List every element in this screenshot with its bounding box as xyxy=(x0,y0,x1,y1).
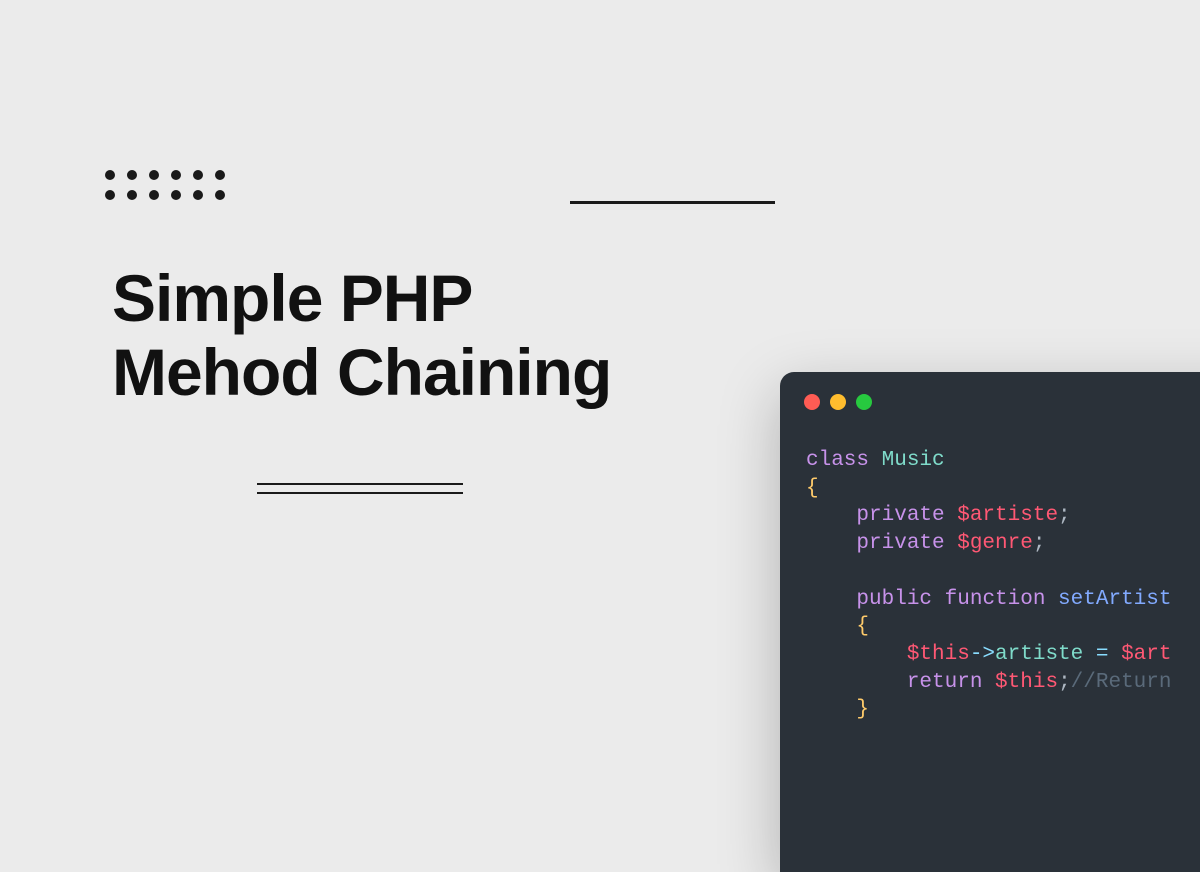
close-icon xyxy=(804,394,820,410)
code-classname: Music xyxy=(869,449,945,472)
page-title: Simple PHP Mehod Chaining xyxy=(112,262,611,410)
code-punct: ; xyxy=(1033,532,1046,555)
horiz-line-decor xyxy=(570,201,775,204)
code-snippet: class Music { private $artiste; private … xyxy=(806,447,1172,724)
code-keyword: public xyxy=(806,588,932,611)
title-line-2: Mehod Chaining xyxy=(112,335,611,409)
code-window: class Music { private $artiste; private … xyxy=(780,372,1200,872)
code-var: $art xyxy=(1121,643,1171,666)
code-func: setArtist xyxy=(1045,588,1171,611)
code-var: $this xyxy=(806,643,970,666)
maximize-icon xyxy=(856,394,872,410)
code-punct: ; xyxy=(1058,671,1071,694)
window-traffic-lights xyxy=(804,394,872,410)
minimize-icon xyxy=(830,394,846,410)
code-punct: ; xyxy=(1058,504,1071,527)
code-var: $genre xyxy=(945,532,1033,555)
code-arrow: -> xyxy=(970,643,995,666)
code-brace: } xyxy=(806,698,869,721)
code-keyword: private xyxy=(806,504,945,527)
code-prop: artiste xyxy=(995,643,1083,666)
title-line-1: Simple PHP xyxy=(112,261,472,335)
code-brace: { xyxy=(806,615,869,638)
code-keyword: private xyxy=(806,532,945,555)
code-keyword: function xyxy=(932,588,1045,611)
code-op: = xyxy=(1083,643,1121,666)
double-line-decor xyxy=(257,483,463,501)
code-keyword: class xyxy=(806,449,869,472)
code-brace: { xyxy=(806,477,819,500)
code-comment: //Return xyxy=(1071,671,1172,694)
code-var: $this xyxy=(982,671,1058,694)
dot-grid-decor xyxy=(105,170,225,200)
code-var: $artiste xyxy=(945,504,1058,527)
code-keyword: return xyxy=(806,671,982,694)
